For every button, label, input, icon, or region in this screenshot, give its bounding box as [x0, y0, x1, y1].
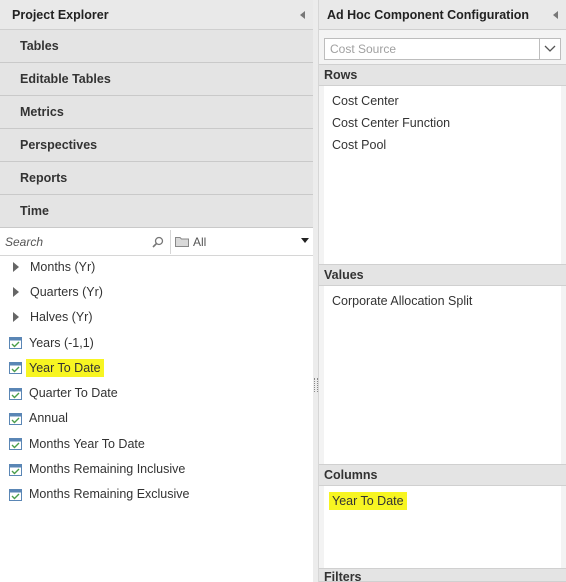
tree-item-year-to-date[interactable]: Year To Date: [0, 355, 313, 380]
expand-caret-icon[interactable]: [13, 286, 19, 297]
tree-item-label: Months Remaining Exclusive: [29, 487, 190, 502]
values-section-header: Values: [319, 264, 566, 286]
tree-item-label: Months (Yr): [30, 259, 96, 274]
tree-item-label: Months Year To Date: [29, 436, 145, 451]
folder-filter-label: All: [193, 234, 207, 249]
tree-item-label: Halves (Yr): [30, 310, 93, 325]
tree-item-months-yr[interactable]: Months (Yr): [0, 254, 313, 279]
calendar-icon: [9, 362, 22, 375]
tree-item-annual[interactable]: Annual: [0, 406, 313, 431]
filters-section-label: Filters: [324, 570, 362, 582]
values-item-corporate-allocation-split[interactable]: Corporate Allocation Split: [326, 290, 559, 312]
tree-item-months-remaining-inclusive[interactable]: Months Remaining Inclusive: [0, 456, 313, 481]
rows-item-label: Cost Center Function: [332, 116, 451, 130]
rows-item-label: Cost Pool: [332, 138, 387, 152]
columns-item-year-to-date[interactable]: Year To Date: [326, 490, 559, 512]
nav-editable-tables-label: Editable Tables: [20, 72, 111, 86]
chevron-down-icon[interactable]: [539, 39, 560, 59]
rows-item-cost-center[interactable]: Cost Center: [326, 90, 559, 112]
tree-item-quarter-to-date[interactable]: Quarter To Date: [0, 380, 313, 405]
rows-section-label: Rows: [324, 68, 358, 82]
ad-hoc-config-title: Ad Hoc Component Configuration: [327, 7, 530, 22]
rows-item-label: Cost Center: [332, 94, 399, 108]
cost-source-select[interactable]: Cost Source: [324, 38, 561, 60]
nav-tables-label: Tables: [20, 39, 59, 53]
folder-icon: [175, 237, 189, 247]
nav-perspectives-label: Perspectives: [20, 138, 98, 152]
tree-item-label: Year To Date: [26, 358, 104, 377]
rows-item-cost-pool[interactable]: Cost Pool: [326, 134, 559, 156]
search-filter-row: All: [0, 228, 313, 256]
nav-tables[interactable]: Tables: [0, 30, 313, 63]
nav-reports[interactable]: Reports: [0, 162, 313, 195]
calendar-icon: [9, 463, 22, 476]
rows-section-header: Rows: [319, 64, 566, 86]
search-icon[interactable]: [152, 236, 164, 248]
columns-section-header: Columns: [319, 464, 566, 486]
nav-time[interactable]: Time: [0, 195, 313, 228]
tree-item-label: Months Remaining Inclusive: [29, 462, 186, 477]
expand-caret-icon[interactable]: [13, 312, 19, 323]
nav-reports-label: Reports: [20, 171, 68, 185]
tree-item-quarters-yr[interactable]: Quarters (Yr): [0, 279, 313, 304]
collapse-right-icon[interactable]: [553, 10, 558, 19]
calendar-icon: [9, 488, 22, 501]
calendar-icon: [9, 412, 22, 425]
ad-hoc-config-header: Ad Hoc Component Configuration: [319, 0, 566, 30]
rows-drop-zone[interactable]: Cost Center Cost Center Function Cost Po…: [324, 86, 561, 264]
chevron-down-icon[interactable]: [301, 237, 309, 243]
nav-editable-tables[interactable]: Editable Tables: [0, 63, 313, 96]
nav-time-label: Time: [20, 204, 49, 218]
nav-metrics[interactable]: Metrics: [0, 96, 313, 129]
tree-item-label: Years (-1,1): [29, 335, 94, 350]
folder-filter-dropdown[interactable]: All: [175, 230, 313, 254]
project-explorer-title: Project Explorer: [12, 7, 109, 22]
values-section-label: Values: [324, 268, 364, 282]
calendar-icon: [9, 387, 22, 400]
time-tree: Months (Yr) Quarters (Yr) Halves (Yr) Ye…: [0, 254, 313, 507]
values-drop-zone[interactable]: Corporate Allocation Split: [324, 286, 561, 464]
tree-item-months-remaining-exclusive[interactable]: Months Remaining Exclusive: [0, 482, 313, 507]
tree-item-label: Quarter To Date: [29, 386, 118, 401]
columns-drop-zone[interactable]: Year To Date: [324, 486, 561, 568]
nav-metrics-label: Metrics: [20, 105, 64, 119]
columns-section-label: Columns: [324, 468, 378, 482]
values-item-label: Corporate Allocation Split: [332, 294, 473, 308]
project-explorer-panel: Project Explorer Tables Editable Tables …: [0, 0, 314, 582]
tree-item-label: Annual: [29, 411, 68, 426]
columns-item-label: Year To Date: [329, 492, 407, 510]
cost-source-placeholder: Cost Source: [330, 42, 397, 56]
calendar-icon: [9, 337, 22, 350]
collapse-left-icon[interactable]: [300, 10, 305, 19]
nav-perspectives[interactable]: Perspectives: [0, 129, 313, 162]
calendar-icon: [9, 438, 22, 451]
tree-item-halves-yr[interactable]: Halves (Yr): [0, 305, 313, 330]
tree-item-months-year-to-date[interactable]: Months Year To Date: [0, 431, 313, 456]
project-explorer-header: Project Explorer: [0, 0, 313, 30]
expand-caret-icon[interactable]: [13, 261, 19, 272]
search-input[interactable]: [0, 229, 147, 254]
tree-item-years[interactable]: Years (-1,1): [0, 330, 313, 355]
ad-hoc-config-panel: Ad Hoc Component Configuration Cost Sour…: [319, 0, 566, 582]
splitter-grip-icon[interactable]: [314, 378, 318, 392]
filters-section-header: Filters: [319, 568, 566, 582]
rows-item-cost-center-function[interactable]: Cost Center Function: [326, 112, 559, 134]
search-box: [0, 229, 171, 254]
tree-item-label: Quarters (Yr): [30, 284, 103, 299]
